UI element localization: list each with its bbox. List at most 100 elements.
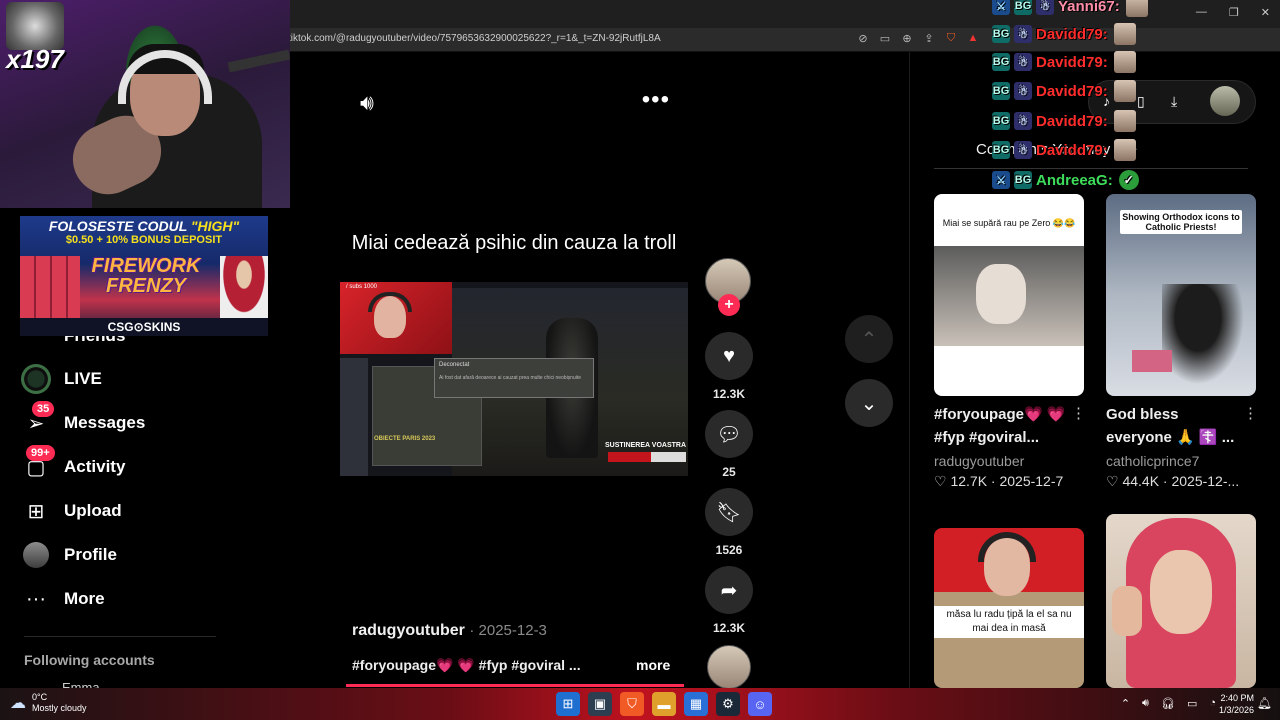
close-window-button[interactable]: ✕ xyxy=(1261,6,1270,19)
video-date: 2025-12-3 xyxy=(478,622,547,639)
eye-slash-icon[interactable]: ⊘ xyxy=(856,31,870,45)
music-disc-avatar[interactable] xyxy=(707,645,751,689)
sidebar-item-activity[interactable]: ▢ 99+ Activity xyxy=(20,445,125,485)
chat-username[interactable]: Davidd79: xyxy=(1036,26,1108,43)
device-icon[interactable]: ▯ xyxy=(1137,93,1145,110)
brave-shield-icon[interactable]: ⛉ xyxy=(944,31,958,45)
video-title: Miai cedează psihic din cauza la troll xyxy=(351,232,677,254)
bg-badge-icon: BG xyxy=(1014,171,1032,189)
notification-icon[interactable]: 🔔︎ xyxy=(1257,696,1272,710)
video-dialog-title: Deconectat xyxy=(439,362,470,368)
video-card-caption[interactable]: God bless everyone 🙏 ☦️ ... xyxy=(1106,403,1256,449)
task-view-icon[interactable]: ▣ xyxy=(588,692,612,716)
sidebar-item-upload[interactable]: ⊞ Upload xyxy=(20,493,122,529)
video-description[interactable]: #foryoupage💗 💗 #fyp #goviral ... xyxy=(352,657,581,674)
discord-icon[interactable]: ☺ xyxy=(748,692,772,716)
video-card-stats: ♡ 12.7K · 2025-12-7 xyxy=(934,473,1064,489)
chat-username[interactable]: Davidd79: xyxy=(1036,83,1108,100)
more-link[interactable]: more xyxy=(636,657,670,673)
chat-emote-icon xyxy=(1113,80,1136,102)
sidebar-item-more[interactable]: ··· More xyxy=(20,581,105,617)
upload-icon: ⊞ xyxy=(27,500,45,523)
sidebar-item-profile[interactable]: Profile xyxy=(20,537,117,573)
chat-emote-icon xyxy=(1113,139,1136,161)
download-icon[interactable]: ⤓ xyxy=(1171,93,1177,110)
like-count: 12.3K xyxy=(712,387,746,401)
steam-icon[interactable]: ⚙ xyxy=(716,692,740,716)
cloud-icon: ☁ xyxy=(10,695,26,712)
video-options-icon[interactable]: ••• xyxy=(642,86,670,114)
bg-badge-icon: BG xyxy=(1014,0,1032,15)
chat-emote-icon xyxy=(1113,23,1136,45)
chat-username[interactable]: AndreeaG: xyxy=(1036,172,1113,189)
window-controls: — ❐ ✕ xyxy=(1196,6,1270,19)
video-card-thumbnail[interactable]: măsa lu radu țipă la el sa nu mai dea in… xyxy=(934,528,1084,688)
chat-username[interactable]: Davidd79: xyxy=(1036,54,1108,71)
maximize-button[interactable]: ❐ xyxy=(1229,6,1239,19)
weather-temp: 0°C xyxy=(32,692,48,702)
screen-icon[interactable]: ▭ xyxy=(878,31,892,45)
cat-emote-image xyxy=(6,2,64,50)
brave-rewards-icon[interactable]: ▲ xyxy=(966,31,980,45)
previous-video-button[interactable]: ⌃ xyxy=(845,315,893,363)
video-card-thumbnail[interactable]: Miai se supără rau pe Zero 😂😂 xyxy=(934,194,1084,396)
chat-emote-icon xyxy=(1113,110,1136,132)
pal-badge-icon: ☃ xyxy=(1014,141,1032,159)
video-card-author[interactable]: catholicprince7 xyxy=(1106,453,1199,469)
microphone-arm xyxy=(227,49,290,73)
sidebar-item-label: Upload xyxy=(64,501,122,520)
video-card-thumbnail[interactable]: Showing Orthodox icons to Catholic Pries… xyxy=(1106,194,1256,396)
headphones-icon[interactable]: 🎧︎ xyxy=(1161,697,1175,710)
sidebar-item-live[interactable]: LIVE xyxy=(20,361,102,397)
ad-headline: FOLOSESTE CODUL "HIGH" xyxy=(48,218,240,234)
ad-bonus-text: $0.50 + 10% BONUS DEPOSIT xyxy=(65,234,223,246)
bookmark-icon: 🔖︎ xyxy=(716,501,742,524)
minimize-button[interactable]: — xyxy=(1196,6,1207,19)
next-video-button[interactable]: ⌄ xyxy=(845,379,893,427)
folder-icon[interactable]: ▬ xyxy=(652,692,676,716)
chat-username[interactable]: Yanni67: xyxy=(1058,0,1120,15)
user-avatar[interactable] xyxy=(1210,86,1240,116)
like-button[interactable]: ♥ xyxy=(705,332,753,380)
video-player[interactable]: / subs 1000 Deconectat Ai fost dat afară… xyxy=(340,282,688,476)
bg-badge-icon: BG xyxy=(992,25,1010,43)
start-icon[interactable]: ⊞ xyxy=(556,692,580,716)
video-card-caption[interactable]: #foryoupage💗 💗 #fyp #goviral... xyxy=(934,403,1084,449)
bg-badge-icon: BG xyxy=(992,141,1010,159)
taskbar-clock[interactable]: 2:40 PM 1/3/2026 xyxy=(1219,692,1254,716)
share-icon[interactable]: ⇪ xyxy=(922,31,936,45)
sidebar-item-messages[interactable]: ➢ 35 Messages xyxy=(20,401,145,441)
comment-icon: 💬︎ xyxy=(716,423,742,446)
save-button[interactable]: 🔖︎ xyxy=(705,488,753,536)
display-icon[interactable]: ▭ xyxy=(1187,697,1197,710)
volume-tray-icon[interactable]: 🔊︎ xyxy=(1142,697,1149,710)
chat-username[interactable]: Davidd79: xyxy=(1036,113,1108,130)
author-name[interactable]: radugyoutuber xyxy=(352,622,465,639)
follow-button[interactable]: + xyxy=(718,294,740,316)
sidebar-item-label: LIVE xyxy=(64,369,102,388)
video-card-author[interactable]: radugyoutuber xyxy=(934,453,1024,469)
card-options-icon[interactable]: ⋮ xyxy=(1243,404,1258,422)
network-icon[interactable]: ◔ xyxy=(1209,697,1216,710)
sidebar-divider xyxy=(24,636,216,637)
share-button[interactable]: ➦ xyxy=(705,566,753,614)
video-progress-bar[interactable] xyxy=(346,684,684,687)
following-accounts-title: Following accounts xyxy=(24,652,155,668)
streamer-webcam: x197 xyxy=(0,0,290,208)
weather-widget[interactable]: ☁ 0°C Mostly cloudy xyxy=(10,692,87,714)
windows-taskbar: ☁ 0°C Mostly cloudy ⊞ ▣ ⛉ ▬ ▦ ⚙ ☺ ⌃ 🔊︎ 🎧… xyxy=(0,688,1280,720)
zoom-icon[interactable]: ⊕ xyxy=(900,31,914,45)
video-support-text: SUSTINEREA VOASTRA xyxy=(604,442,686,449)
tray-expand-icon[interactable]: ⌃ xyxy=(1121,697,1130,710)
video-card-thumbnail[interactable] xyxy=(1106,514,1256,688)
comment-button[interactable]: 💬︎ xyxy=(705,410,753,458)
card-options-icon[interactable]: ⋮ xyxy=(1071,404,1086,422)
activity-badge: 99+ xyxy=(26,445,55,461)
url-text[interactable]: tiktok.com/@radugyoutuber/video/75796536… xyxy=(288,33,661,44)
chat-username[interactable]: Davidd79: xyxy=(1036,142,1108,159)
thumbnail-caption: Miai se supără rau pe Zero 😂😂 xyxy=(942,218,1076,228)
store-icon[interactable]: ▦ xyxy=(684,692,708,716)
volume-icon[interactable]: 🔊︎ xyxy=(360,90,374,116)
brave-icon[interactable]: ⛉ xyxy=(620,692,644,716)
video-game-sidebar xyxy=(340,358,368,476)
